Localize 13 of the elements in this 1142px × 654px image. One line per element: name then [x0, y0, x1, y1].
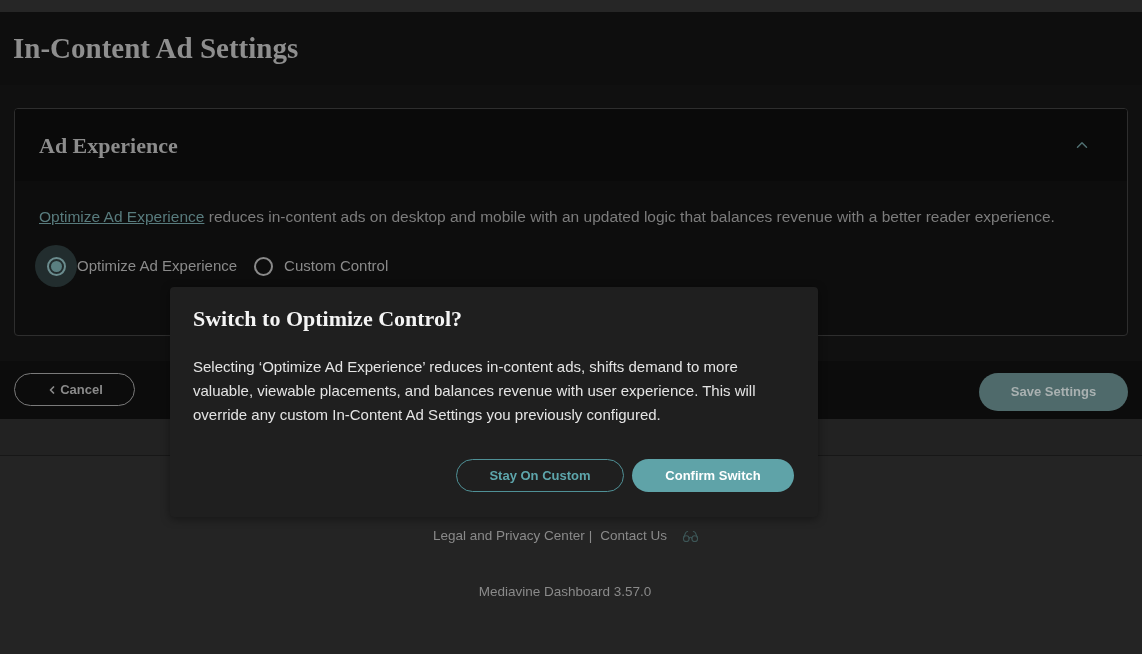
- legal-privacy-link[interactable]: Legal and Privacy Center: [433, 526, 585, 547]
- confirm-switch-button[interactable]: Confirm Switch: [632, 459, 794, 492]
- description-text: Optimize Ad Experience reduces in-content ads on desktop and mobile with an updated logic that balances revenue with a better reader experience.: [39, 207, 1056, 227]
- radio-option[interactable]: Optimize Ad Experience: [35, 245, 238, 287]
- separator-text: |: [588, 527, 593, 545]
- dialog-body: Selecting ‘Optimize Ad Experience’ reduces in-content ads, shifts demand to more valuable, viewable placements, and balances revenue with user experience. This will override any custom In-Content Ad Settings you previously configured.: [193, 357, 757, 425]
- section-title: Ad Experience: [39, 131, 178, 160]
- optimize-link[interactable]: Optimize Ad Experience: [39, 208, 205, 225]
- page-title: In-Content Ad Settings: [13, 30, 299, 66]
- radio-option[interactable]: Custom Control: [242, 245, 389, 287]
- dialog-title: Switch to Optimize Control?: [193, 305, 464, 333]
- contact-us-link[interactable]: Contact Us: [600, 526, 667, 547]
- version-text: Mediavine Dashboard 3.57.0: [478, 583, 652, 602]
